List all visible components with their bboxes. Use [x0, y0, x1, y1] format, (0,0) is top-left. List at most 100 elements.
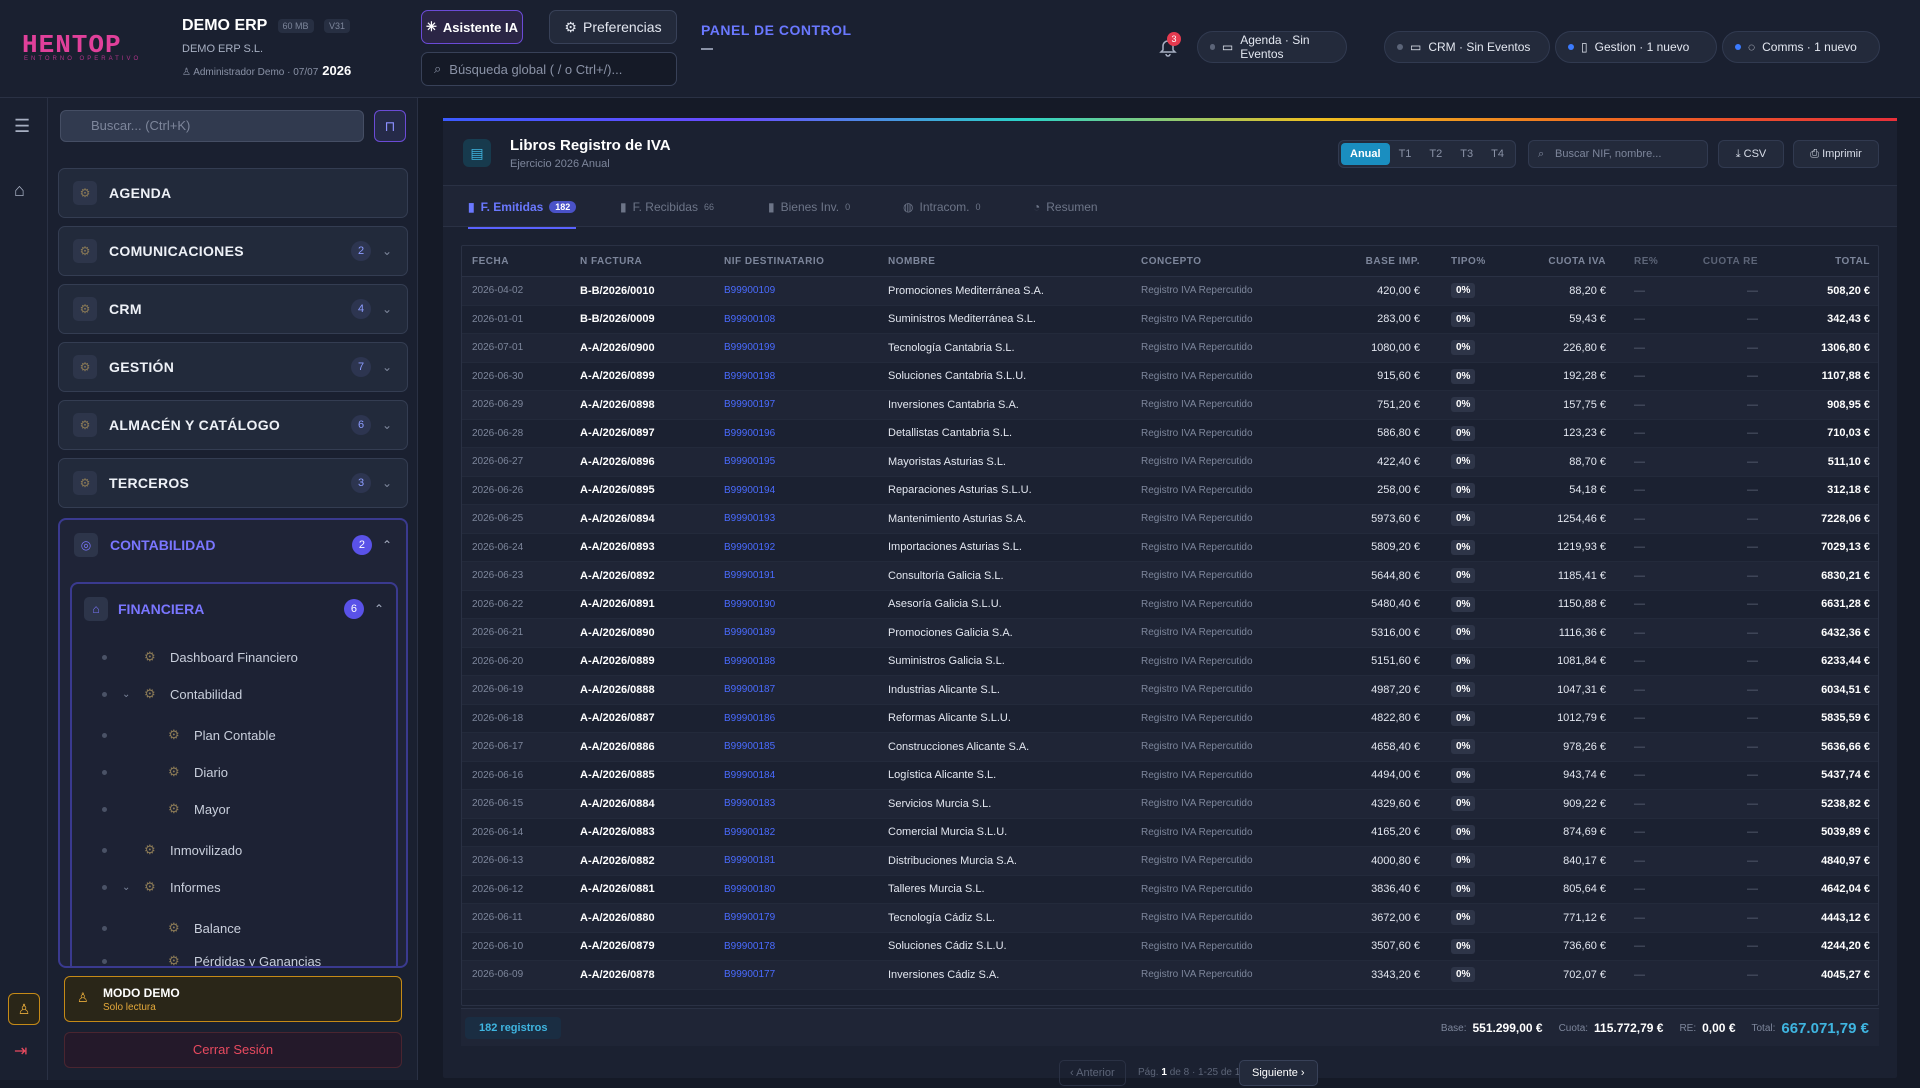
table-row[interactable]: 2026-06-28 A-A/2026/0897 B99900196 Detallis…	[462, 420, 1878, 448]
module-comunicaciones[interactable]: ⚙ COMUNICACIONES 2 ⌄	[58, 226, 408, 276]
logout-button[interactable]: Cerrar Sesión	[64, 1032, 402, 1068]
preferences-button[interactable]: ⚙ Preferencias	[549, 10, 677, 44]
module-almacen[interactable]: ⚙ ALMACÉN Y CATÁLOGO 6 ⌄	[58, 400, 408, 450]
period-t2[interactable]: T2	[1420, 143, 1451, 165]
tab-resumen[interactable]: ◔ Resumen	[1033, 186, 1098, 228]
cell-nif[interactable]: B99900196	[724, 420, 775, 448]
col-numero[interactable]: N FACTURA	[580, 246, 642, 276]
col-concepto[interactable]: CONCEPTO	[1141, 246, 1202, 276]
menu-icon[interactable]: ☰	[14, 116, 30, 137]
table-row[interactable]: 2026-06-26 A-A/2026/0895 B99900194 Reparaci…	[462, 477, 1878, 505]
tree-item-dashboard[interactable]: ⚙ Dashboard Financiero	[72, 642, 392, 672]
table-row[interactable]: 2026-07-01 A-A/2026/0900 B99900199 Tecnolog…	[462, 334, 1878, 363]
cell-nif[interactable]: B99900187	[724, 676, 775, 704]
cell-nif[interactable]: B99900182	[724, 819, 775, 847]
comms-status-chip[interactable]: ◌ Comms · 1 nuevo	[1722, 31, 1880, 63]
cell-nif[interactable]: B99900189	[724, 619, 775, 647]
cell-nif[interactable]: B99900185	[724, 733, 775, 761]
tab-intracomunitarias[interactable]: ◍ Intracom. 0	[903, 186, 981, 228]
table-row[interactable]: 2026-06-15 A-A/2026/0884 B99900183 Servicio…	[462, 790, 1878, 819]
tab-recibidas[interactable]: ▮ F. Recibidas 66	[620, 186, 714, 228]
home-icon[interactable]: ⌂	[14, 180, 25, 201]
cell-nif[interactable]: B99900195	[724, 448, 775, 476]
module-contabilidad-header[interactable]: ◎ CONTABILIDAD 2 ⌃	[60, 520, 406, 570]
cell-nif[interactable]: B99900184	[724, 762, 775, 790]
table-row[interactable]: 2026-06-11 A-A/2026/0880 B99900179 Tecnolog…	[462, 904, 1878, 933]
col-tipo[interactable]: TIPO%	[1451, 246, 1486, 276]
cell-nif[interactable]: B99900109	[724, 277, 775, 305]
table-row[interactable]: 2026-06-20 A-A/2026/0889 B99900188 Suminist…	[462, 648, 1878, 676]
cell-nif[interactable]: B99900194	[724, 477, 775, 505]
ai-assistant-button[interactable]: ✳ Asistente IA	[421, 10, 523, 44]
period-t4[interactable]: T4	[1482, 143, 1513, 165]
user-badge-icon[interactable]: ♙	[8, 993, 40, 1025]
submodule-financiera-header[interactable]: ⌂ FINANCIERA 6 ⌃	[72, 584, 396, 634]
tree-item-pyg[interactable]: ⚙ Pérdidas y Ganancias	[72, 946, 392, 966]
period-anual[interactable]: Anual	[1341, 143, 1390, 165]
table-row[interactable]: 2026-04-02 B-B/2026/0010 B99900109 Promocio…	[462, 277, 1878, 306]
table-row[interactable]: 2026-06-21 A-A/2026/0890 B99900189 Promocio…	[462, 619, 1878, 648]
table-row[interactable]: 2026-06-29 A-A/2026/0898 B99900197 Inversio…	[462, 391, 1878, 420]
table-row[interactable]: 2026-06-24 A-A/2026/0893 B99900192 Importac…	[462, 534, 1878, 562]
table-row[interactable]: 2026-06-18 A-A/2026/0887 B99900186 Reformas…	[462, 705, 1878, 733]
module-gestion[interactable]: ⚙ GESTIÓN 7 ⌄	[58, 342, 408, 392]
print-button[interactable]: ⎙ Imprimir	[1793, 140, 1879, 168]
tree-item-contabilidad[interactable]: ⌄ ⚙ Contabilidad	[72, 679, 392, 709]
tab-bienes-inversion[interactable]: ▮ Bienes Inv. 0	[768, 186, 850, 228]
period-t3[interactable]: T3	[1451, 143, 1482, 165]
cell-nif[interactable]: B99900183	[724, 790, 775, 818]
tab-emitidas[interactable]: ▮ F. Emitidas 182	[468, 186, 577, 229]
panel-title[interactable]: PANEL DE CONTROL	[701, 22, 852, 38]
cell-nif[interactable]: B99900186	[724, 705, 775, 733]
table-row[interactable]: 2026-06-19 A-A/2026/0888 B99900187 Industri…	[462, 676, 1878, 705]
tree-item-inmovilizado[interactable]: ⚙ Inmovilizado	[72, 835, 392, 865]
table-row[interactable]: 2026-06-13 A-A/2026/0882 B99900181 Distribu…	[462, 847, 1878, 876]
cell-nif[interactable]: B99900179	[724, 904, 775, 932]
tree-item-plan-contable[interactable]: ⚙ Plan Contable	[72, 720, 392, 750]
table-row[interactable]: 2026-06-27 A-A/2026/0896 B99900195 Mayorist…	[462, 448, 1878, 477]
cell-nif[interactable]: B99900192	[724, 534, 775, 562]
cell-nif[interactable]: B99900177	[724, 961, 775, 989]
tree-item-balance[interactable]: ⚙ Balance	[72, 913, 392, 943]
table-row[interactable]: 2026-06-09 A-A/2026/0878 B99900177 Inversio…	[462, 961, 1878, 990]
agenda-status-chip[interactable]: ▭ Agenda · Sin Eventos	[1197, 31, 1347, 63]
table-row[interactable]: 2026-06-17 A-A/2026/0886 B99900185 Construc…	[462, 733, 1878, 762]
table-row[interactable]: 2026-06-30 A-A/2026/0899 B99900198 Solucion…	[462, 363, 1878, 391]
table-row[interactable]: 2026-06-10 A-A/2026/0879 B99900178 Solucion…	[462, 933, 1878, 961]
table-row[interactable]: 2026-01-01 B-B/2026/0009 B99900108 Suminist…	[462, 306, 1878, 334]
table-search-input[interactable]: ⌕ Buscar NIF, nombre...	[1528, 140, 1708, 168]
cell-nif[interactable]: B99900181	[724, 847, 775, 875]
tree-item-informes[interactable]: ⌄ ⚙ Informes	[72, 872, 392, 902]
cell-nif[interactable]: B99900198	[724, 363, 775, 391]
previous-page-button[interactable]: ‹ Anterior	[1059, 1060, 1126, 1086]
cell-nif[interactable]: B99900193	[724, 505, 775, 533]
col-nombre[interactable]: NOMBRE	[888, 246, 935, 276]
table-row[interactable]: 2026-06-23 A-A/2026/0892 B99900191 Consulto…	[462, 562, 1878, 591]
module-terceros[interactable]: ⚙ TERCEROS 3 ⌄	[58, 458, 408, 508]
table-row[interactable]: 2026-06-16 A-A/2026/0885 B99900184 Logístic…	[462, 762, 1878, 790]
table-row[interactable]: 2026-06-14 A-A/2026/0883 B99900182 Comercia…	[462, 819, 1878, 847]
cell-nif[interactable]: B99900191	[724, 562, 775, 590]
crm-status-chip[interactable]: ▭ CRM · Sin Eventos	[1384, 31, 1550, 63]
cell-nif[interactable]: B99900197	[724, 391, 775, 419]
logout-icon[interactable]: ⇥	[14, 1041, 27, 1061]
period-t1[interactable]: T1	[1390, 143, 1421, 165]
cell-nif[interactable]: B99900188	[724, 648, 775, 676]
tree-item-diario[interactable]: ⚙ Diario	[72, 757, 392, 787]
col-fecha[interactable]: FECHA	[472, 246, 509, 276]
col-base[interactable]: BASE IMP.	[1366, 246, 1420, 276]
csv-export-button[interactable]: ⤓ CSV	[1718, 140, 1784, 168]
module-crm[interactable]: ⚙ CRM 4 ⌄	[58, 284, 408, 334]
next-page-button[interactable]: Siguiente ›	[1239, 1060, 1318, 1086]
table-row[interactable]: 2026-06-25 A-A/2026/0894 B99900193 Mantenim…	[462, 505, 1878, 534]
gestion-status-chip[interactable]: ▯ Gestion · 1 nuevo	[1555, 31, 1717, 63]
col-cuota-re[interactable]: CUOTA RE	[1703, 246, 1758, 276]
bookmark-icon[interactable]: ⊓	[374, 110, 406, 142]
module-agenda[interactable]: ⚙ AGENDA	[58, 168, 408, 218]
col-cuota[interactable]: CUOTA IVA	[1548, 246, 1606, 276]
col-total[interactable]: TOTAL	[1835, 246, 1870, 276]
cell-nif[interactable]: B99900190	[724, 591, 775, 619]
col-nif[interactable]: NIF DESTINATARIO	[724, 246, 824, 276]
tree-item-mayor[interactable]: ⚙ Mayor	[72, 794, 392, 824]
table-row[interactable]: 2026-06-12 A-A/2026/0881 B99900180 Talleres…	[462, 876, 1878, 904]
